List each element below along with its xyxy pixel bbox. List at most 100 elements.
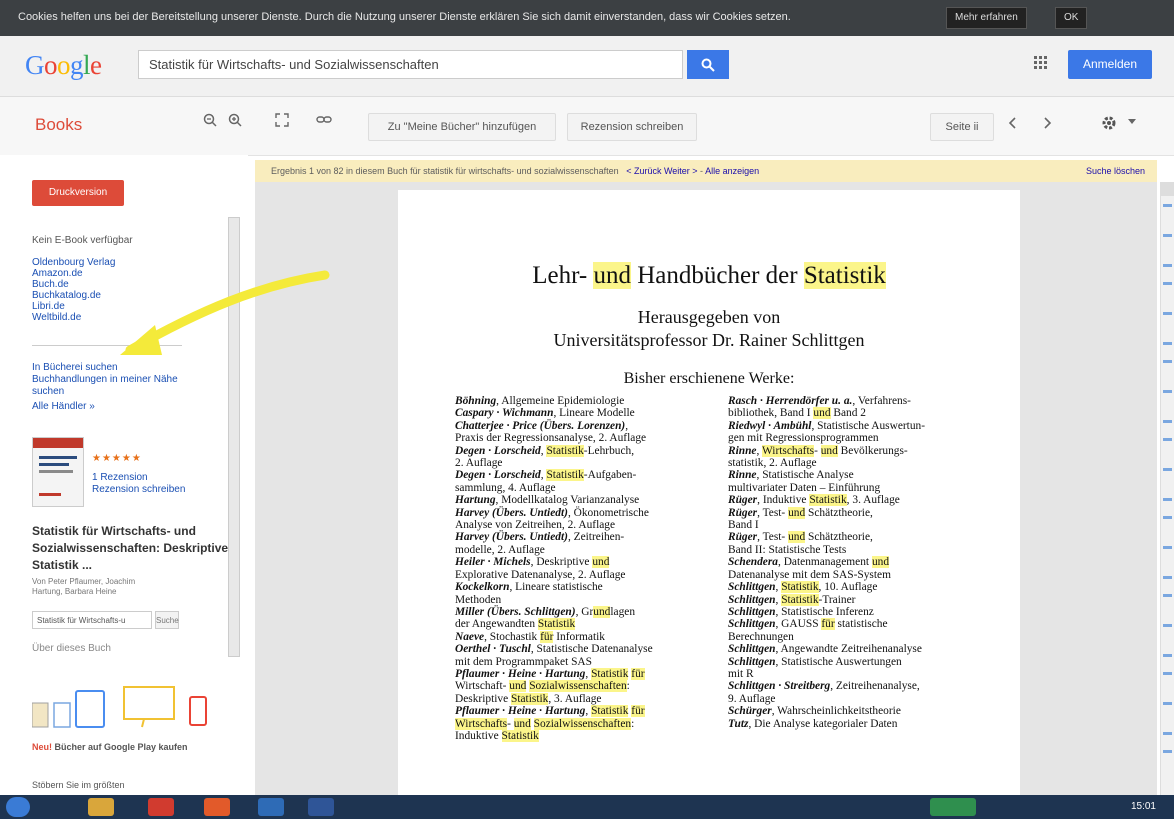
book-page: Lehr- und Handbücher der Statistik Herau…: [398, 190, 1020, 800]
annotation-arrow: [120, 270, 330, 355]
previous-page-icon[interactable]: [1008, 116, 1018, 130]
write-review-link[interactable]: Rezension schreiben: [92, 484, 185, 495]
explorer-icon[interactable]: [88, 798, 114, 816]
book-title: Statistik für Wirtschafts- und Sozialwis…: [32, 524, 229, 572]
link-icon[interactable]: [316, 113, 332, 127]
signin-button[interactable]: Anmelden: [1068, 50, 1152, 79]
buy-print-button[interactable]: Druckversion: [32, 180, 124, 206]
search-hit-marker[interactable]: [1163, 438, 1172, 441]
works-line: Rasch · Herrendörfer u. a., Verfahrens-: [728, 395, 911, 407]
seller-link[interactable]: Buch.de: [32, 279, 69, 290]
page-select[interactable]: Seite ii: [930, 113, 994, 141]
search-hit-marker[interactable]: [1163, 672, 1172, 675]
search-hit-marker[interactable]: [1163, 594, 1172, 597]
zoom-in-icon[interactable]: [228, 113, 242, 127]
firefox-icon[interactable]: [204, 798, 230, 816]
app-red-icon[interactable]: [148, 798, 174, 816]
works-line: sammlung, 4. Auflage: [455, 481, 556, 494]
search-icon: [701, 58, 715, 72]
works-line: modelle, 2. Auflage: [455, 543, 545, 556]
add-to-library-button[interactable]: Zu "Meine Bücher" hinzufügen: [368, 113, 556, 141]
play-promo-text: Bücher auf Google Play kaufen: [54, 742, 188, 752]
search-hit-marker[interactable]: [1163, 576, 1172, 579]
bookstore-link-cont[interactable]: suchen: [32, 386, 64, 397]
tray-app-icon[interactable]: [930, 798, 976, 816]
seller-link[interactable]: Buchkatalog.de: [32, 290, 101, 301]
play-promo[interactable]: Neu! Bücher auf Google Play kaufen: [32, 742, 188, 752]
search-hit-marker[interactable]: [1163, 546, 1172, 549]
viewer-scrollbar[interactable]: [1160, 182, 1174, 795]
ie-icon[interactable]: [258, 798, 284, 816]
works-left-column: Böhning, Allgemeine Epidemiologie Caspary…: [455, 395, 653, 742]
search-hit-marker[interactable]: [1163, 204, 1172, 207]
google-header: Google Statistik für Wirtschafts- und So…: [0, 36, 1174, 97]
search-hit-marker[interactable]: [1163, 516, 1172, 519]
search-hit-marker[interactable]: [1163, 498, 1172, 501]
search-hit-marker[interactable]: [1163, 264, 1172, 267]
search-hit-marker[interactable]: [1163, 360, 1172, 363]
cookie-more-button[interactable]: Mehr erfahren: [946, 7, 1027, 29]
works-line: Wirtschaft- und Sozialwissenschaften:: [455, 680, 630, 693]
start-button-icon[interactable]: [6, 797, 30, 817]
books-brand[interactable]: Books: [35, 115, 82, 135]
scroll-up-arrow[interactable]: [1161, 182, 1174, 196]
book-authors: Von Peter Pflaumer, Joachim: [32, 577, 136, 586]
search-hit-marker[interactable]: [1163, 702, 1172, 705]
search-hit-marker[interactable]: [1163, 654, 1172, 657]
no-ebook-label: Kein E-Book verfügbar: [32, 235, 133, 246]
seller-link[interactable]: Amazon.de: [32, 268, 83, 279]
search-button[interactable]: [687, 50, 729, 79]
in-book-search-button[interactable]: Suche: [155, 611, 179, 629]
search-hit-marker[interactable]: [1163, 750, 1172, 753]
cookie-text: Cookies helfen uns bei der Bereitstellun…: [18, 11, 791, 23]
fullscreen-icon[interactable]: [275, 113, 289, 127]
works-line: Schlittgen, Angewandte Zeitreihenanalyse: [728, 643, 922, 656]
works-line: Band I: [728, 519, 759, 532]
works-line: Hartung, Modellkatalog Varianzanalyse: [455, 494, 640, 507]
page-title: Lehr- und Handbücher der Statistik: [532, 262, 886, 289]
works-line: 2. Auflage: [455, 457, 503, 470]
works-line: Böhning, Allgemeine Epidemiologie: [455, 395, 625, 407]
play-promo-new: Neu!: [32, 742, 52, 752]
notice-show-all-link[interactable]: Alle anzeigen: [705, 166, 759, 176]
works-line: Caspary · Wichmann, Lineare Modelle: [455, 407, 635, 420]
search-hit-marker[interactable]: [1163, 624, 1172, 627]
book-cover-thumbnail[interactable]: [32, 437, 84, 507]
notice-message: Ergebnis 1 von 82 in diesem Buch für sta…: [271, 166, 760, 176]
next-page-icon[interactable]: [1042, 116, 1052, 130]
page-works-heading: Bisher erschienene Werke:: [623, 370, 795, 387]
play-description: Stöbern Sie im größten: [32, 780, 125, 790]
notice-back-next-link[interactable]: < Zurück Weiter >: [626, 166, 697, 176]
works-line: Deskriptive Statistik, 3. Auflage: [455, 692, 602, 705]
search-hit-marker[interactable]: [1163, 234, 1172, 237]
reviews-count-link[interactable]: 1 Rezension: [92, 472, 148, 483]
seller-link[interactable]: Weltbild.de: [32, 312, 81, 323]
word-icon[interactable]: [308, 798, 334, 816]
search-hit-marker[interactable]: [1163, 420, 1172, 423]
search-hit-marker[interactable]: [1163, 342, 1172, 345]
books-toolbar: Books Zu "Meine Bücher" hinzufügen Rezen…: [0, 97, 1174, 156]
gear-icon[interactable]: [1100, 114, 1118, 132]
search-hit-marker[interactable]: [1163, 312, 1172, 315]
works-line: Praxis der Regressionsanalyse, 2. Auflag…: [455, 432, 647, 445]
clear-search-link[interactable]: Suche löschen: [1086, 160, 1145, 182]
seller-link[interactable]: Libri.de: [32, 301, 65, 312]
about-book-link[interactable]: Über dieses Buch: [32, 643, 111, 654]
search-hit-marker[interactable]: [1163, 390, 1172, 393]
all-sellers-link[interactable]: Alle Händler »: [32, 401, 95, 412]
google-logo[interactable]: Google: [25, 50, 102, 81]
bookstore-link[interactable]: Buchhandlungen in meiner Nähe: [32, 374, 178, 385]
search-hit-marker[interactable]: [1163, 732, 1172, 735]
apps-grid-icon[interactable]: [1034, 56, 1048, 70]
works-line: Schendera, Datenmanagement und: [728, 556, 890, 569]
book-sidebar: Druckversion Kein E-Book verfügbar Olden…: [0, 155, 248, 795]
search-hit-marker[interactable]: [1163, 468, 1172, 471]
search-hit-marker[interactable]: [1163, 282, 1172, 285]
zoom-out-icon[interactable]: [203, 113, 217, 127]
search-input[interactable]: Statistik für Wirtschafts- und Sozialwis…: [138, 50, 683, 79]
in-book-search-input[interactable]: Statistik für Wirtschafts-u: [32, 611, 152, 629]
works-line: Tutz, Die Analyse kategorialer Daten: [728, 717, 898, 730]
cookie-ok-button[interactable]: OK: [1055, 7, 1088, 29]
write-review-button[interactable]: Rezension schreiben: [567, 113, 697, 141]
chevron-down-icon[interactable]: [1128, 119, 1136, 125]
